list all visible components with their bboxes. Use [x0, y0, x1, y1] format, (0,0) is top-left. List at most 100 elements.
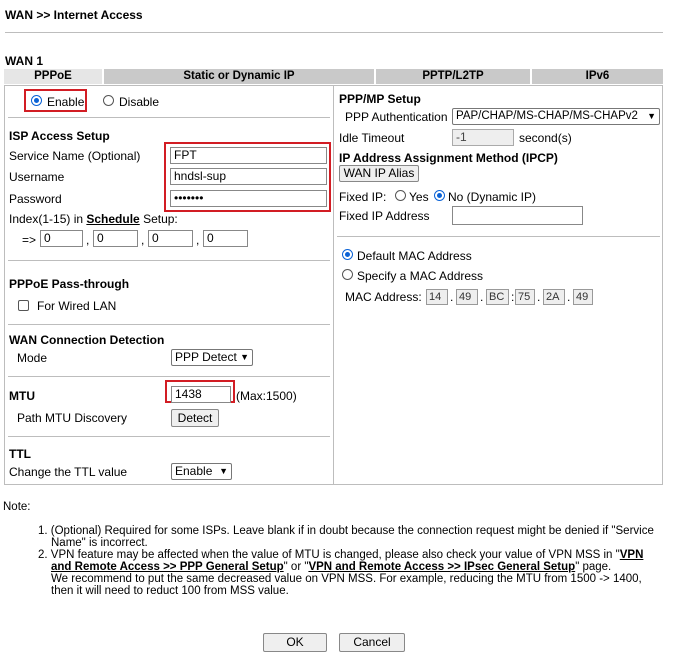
column-divider [333, 85, 334, 485]
mtu-heading: MTU [9, 389, 35, 403]
username-input[interactable]: hndsl-sup [170, 168, 327, 185]
ppp-auth-label: PPP Authentication [345, 110, 448, 124]
mtu-input[interactable]: 1438 [171, 386, 231, 403]
enable-radio[interactable] [31, 95, 42, 106]
divider [8, 436, 330, 437]
ppp-heading: PPP/MP Setup [339, 92, 421, 106]
ok-button[interactable]: OK [263, 633, 327, 652]
username-label: Username [9, 170, 65, 184]
schedule-index-label: Index(1-15) in Schedule Setup: [9, 212, 178, 226]
disable-label: Disable [119, 95, 160, 109]
note-text: 2. VPN feature may be affected when the … [38, 549, 620, 561]
mode-select[interactable]: PPP Detect ▼ [171, 349, 253, 366]
separator: . [537, 290, 541, 304]
note-item-2-line3: We recommend to put the same decreased v… [51, 573, 642, 585]
ppp-general-setup-link[interactable]: and Remote Access >> PPP General Setup [51, 561, 284, 573]
schedule-link[interactable]: Schedule [86, 212, 139, 226]
schedule-index-2[interactable]: 0 [93, 230, 138, 247]
password-input[interactable]: ••••••• [170, 190, 327, 207]
schedule-label-suffix: Setup: [139, 212, 178, 226]
path-mtu-label: Path MTU Discovery [17, 411, 128, 425]
divider [8, 324, 330, 325]
mac-octet-6[interactable]: 49 [573, 289, 593, 305]
schedule-index-4[interactable]: 0 [203, 230, 248, 247]
mac-octet-2[interactable]: 49 [456, 289, 478, 305]
detect-button[interactable]: Detect [171, 409, 219, 427]
tab-static-dynamic-ip[interactable]: Static or Dynamic IP [104, 69, 374, 84]
wired-lan-label: For Wired LAN [37, 299, 117, 313]
page-breadcrumb: WAN >> Internet Access [5, 8, 143, 22]
fixed-ip-yes-label: Yes [409, 190, 429, 204]
separator: . [567, 290, 571, 304]
note-item-1: 1. (Optional) Required for some ISPs. Le… [38, 525, 654, 537]
ppp-auth-value: PAP/CHAP/MS-CHAP/MS-CHAPv2 [456, 110, 638, 122]
password-label: Password [9, 192, 62, 206]
wan-ip-alias-button[interactable]: WAN IP Alias [339, 165, 419, 182]
divider [337, 236, 660, 237]
fixed-ip-address-input[interactable] [452, 206, 583, 225]
separator: . [480, 290, 484, 304]
idle-timeout-unit: second(s) [519, 131, 572, 145]
fixed-ip-yes-radio[interactable] [395, 190, 406, 201]
ppp-auth-select[interactable]: PAP/CHAP/MS-CHAP/MS-CHAPv2 ▼ [452, 108, 660, 125]
idle-timeout-label: Idle Timeout [339, 131, 405, 145]
default-mac-label: Default MAC Address [357, 249, 472, 263]
chevron-down-icon: ▼ [240, 352, 249, 362]
note-item-2-links: and Remote Access >> PPP General Setup" … [51, 561, 612, 574]
cancel-button[interactable]: Cancel [339, 633, 405, 652]
schedule-index-3[interactable]: 0 [148, 230, 193, 247]
schedule-label-prefix: Index(1-15) in [9, 212, 87, 226]
note-text: " page. [575, 561, 612, 573]
wired-lan-checkbox[interactable] [18, 300, 29, 311]
tab-pptp-l2tp[interactable]: PPTP/L2TP [376, 69, 530, 84]
note-item-1-cont: Name" is incorrect. [51, 537, 148, 549]
index-arrow: => [22, 233, 37, 247]
note-item-2: 2. VPN feature may be affected when the … [38, 549, 644, 562]
tab-pppoe[interactable]: PPPoE [4, 69, 102, 84]
fixed-ip-no-radio[interactable] [434, 190, 445, 201]
fixed-ip-address-label: Fixed IP Address [339, 209, 430, 223]
divider [5, 32, 663, 33]
separator: , [196, 233, 200, 247]
note-item-2-line4: then it will need to reduct 100 from MSS… [51, 585, 289, 597]
enable-label: Enable [47, 95, 85, 109]
detection-heading: WAN Connection Detection [9, 333, 165, 347]
divider [8, 117, 330, 118]
mac-octet-4[interactable]: 75 [515, 289, 535, 305]
idle-timeout-input[interactable]: -1 [452, 129, 514, 146]
note-title: Note: [3, 501, 31, 513]
ppp-general-setup-link[interactable]: VPN [620, 549, 644, 561]
separator: , [86, 233, 90, 247]
specify-mac-radio[interactable] [342, 269, 353, 280]
mac-octet-1[interactable]: 14 [426, 289, 448, 305]
passthrough-heading: PPPoE Pass-through [9, 277, 130, 291]
mtu-max-label: (Max:1500) [236, 389, 297, 403]
divider [8, 376, 330, 377]
disable-radio[interactable] [103, 95, 114, 106]
separator: , [141, 233, 145, 247]
mode-label: Mode [17, 351, 48, 365]
default-mac-radio[interactable] [342, 249, 353, 260]
divider [8, 260, 330, 261]
mac-octet-3[interactable]: BC [486, 289, 509, 305]
isp-heading: ISP Access Setup [9, 129, 110, 143]
schedule-index-1[interactable]: 0 [40, 230, 83, 247]
ipcp-heading: IP Address Assignment Method (IPCP) [339, 151, 558, 165]
ipsec-general-setup-link[interactable]: VPN and Remote Access >> IPsec General S… [308, 561, 575, 573]
chevron-down-icon: ▼ [647, 111, 656, 121]
section-title: WAN 1 [5, 54, 44, 68]
separator: : [511, 290, 515, 304]
ttl-heading: TTL [9, 447, 31, 461]
mac-address-label: MAC Address: [345, 290, 422, 304]
chevron-down-icon: ▼ [219, 466, 228, 476]
tab-ipv6[interactable]: IPv6 [532, 69, 663, 84]
note-text: " or " [283, 561, 309, 573]
ttl-change-label: Change the TTL value [9, 465, 128, 479]
specify-mac-label: Specify a MAC Address [357, 269, 484, 283]
service-name-input[interactable]: FPT [170, 147, 327, 164]
ttl-select[interactable]: Enable ▼ [171, 463, 232, 480]
ttl-value: Enable [175, 464, 213, 478]
service-name-label: Service Name (Optional) [9, 149, 141, 163]
mac-octet-5[interactable]: 2A [543, 289, 565, 305]
fixed-ip-label: Fixed IP: [339, 190, 387, 204]
